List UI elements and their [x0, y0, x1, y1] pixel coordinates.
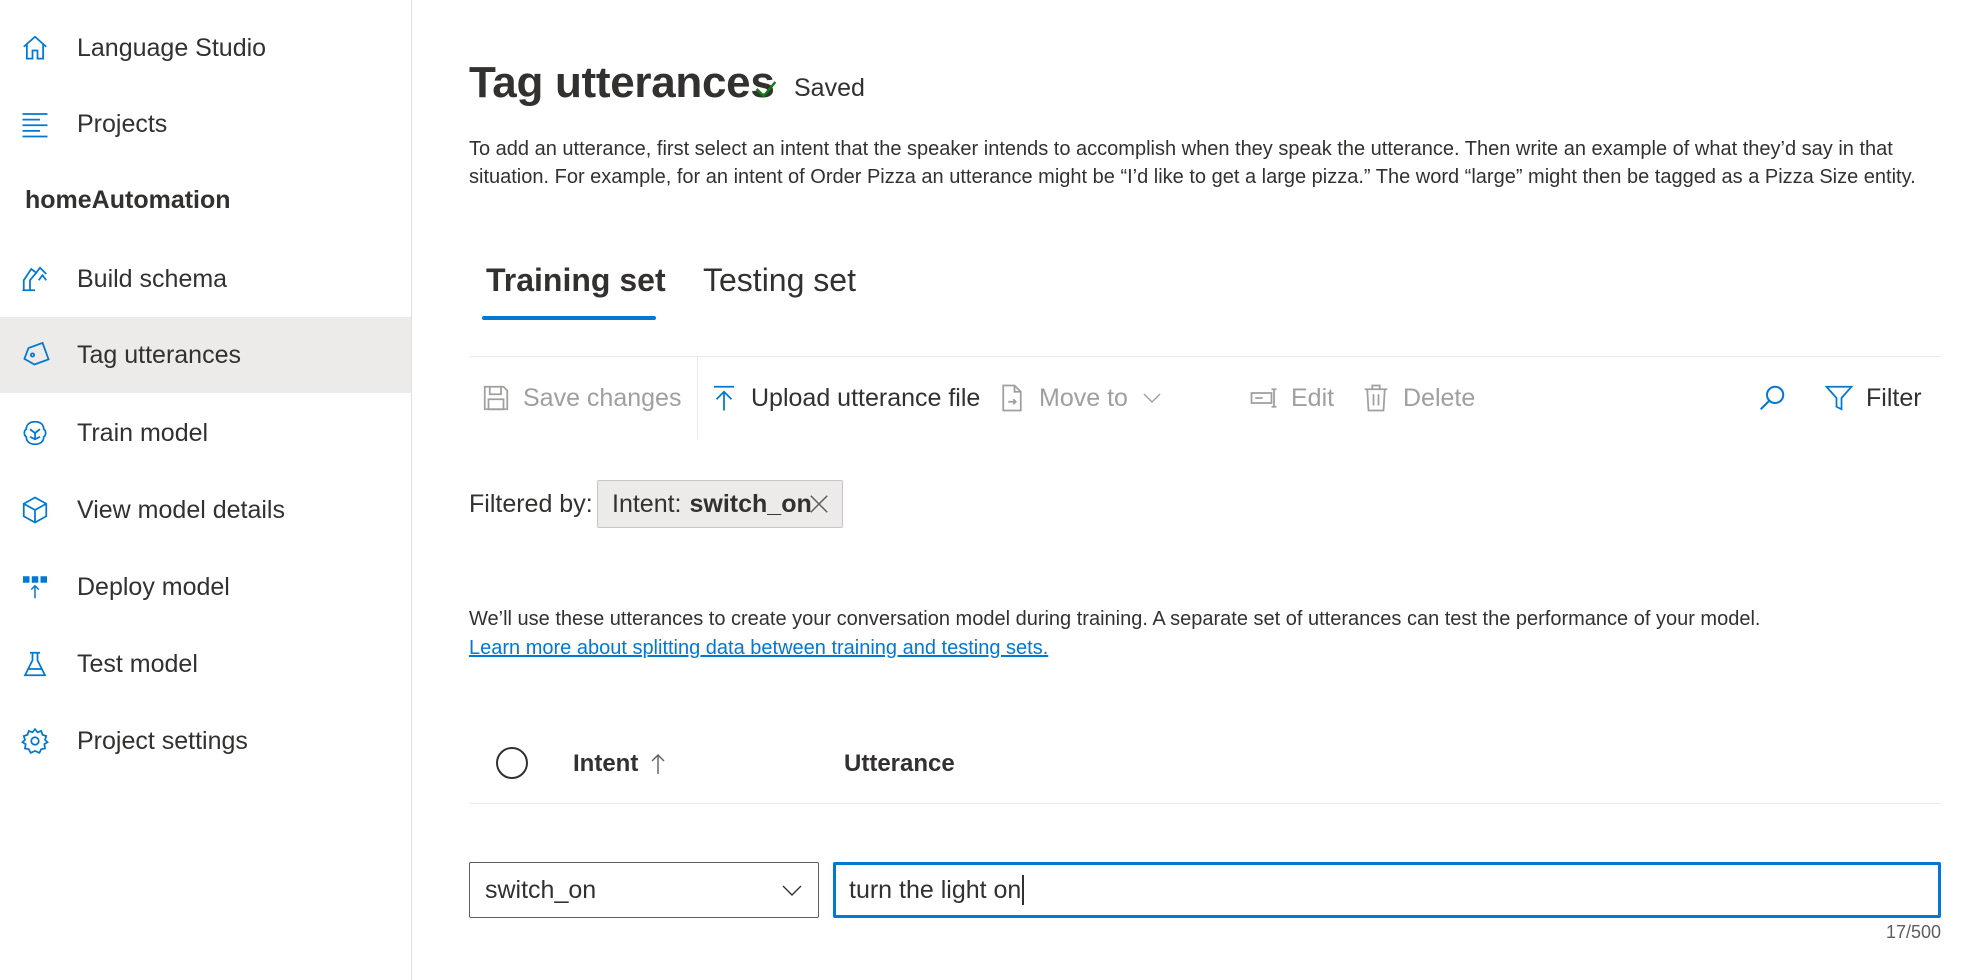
character-count: 17/500 — [1885, 922, 1941, 942]
sidebar-item-label: View model details — [77, 495, 285, 524]
filter-label: Filter — [1866, 383, 1922, 412]
filter-pill-prefix: Intent: — [612, 489, 682, 518]
chevron-down-icon — [782, 885, 802, 896]
column-header-intent[interactable]: Intent — [573, 750, 668, 778]
column-header-label: Intent — [573, 750, 639, 777]
tab-testing-set[interactable]: Testing set — [703, 262, 856, 299]
sidebar-item-label: Projects — [77, 109, 168, 138]
saved-status: Saved — [752, 74, 865, 103]
filtered-by-label: Filtered by: — [469, 490, 593, 518]
brain-icon — [18, 416, 52, 450]
sidebar-item-language-studio[interactable]: Language Studio — [0, 10, 411, 86]
filter-pill-value: switch_on — [689, 489, 812, 518]
sidebar-item-deploy-model[interactable]: Deploy model — [0, 549, 411, 625]
save-changes-label: Save changes — [523, 383, 682, 412]
sidebar-item-label: Build schema — [77, 264, 228, 293]
delete-label: Delete — [1403, 383, 1476, 412]
move-to-label: Move to — [1039, 383, 1128, 412]
chevron-down-icon — [1143, 393, 1161, 403]
checkmark-icon — [755, 80, 777, 98]
sidebar-item-projects[interactable]: Projects — [0, 86, 411, 162]
utterance-input[interactable]: turn the light on — [833, 862, 1941, 918]
move-to-button[interactable]: Move to — [997, 357, 1164, 439]
table-header: Intent Utterance — [469, 726, 1941, 804]
saved-label: Saved — [794, 74, 865, 102]
sidebar-item-project-settings[interactable]: Project settings — [0, 703, 411, 779]
list-icon — [18, 107, 52, 141]
sidebar-item-label: Language Studio — [77, 33, 267, 62]
home-icon — [18, 31, 52, 65]
sidebar-item-build-schema[interactable]: Build schema — [0, 241, 411, 317]
learn-more-link[interactable]: Learn more about splitting data between … — [469, 637, 1048, 660]
gear-icon — [18, 724, 52, 758]
sidebar-item-label: Project settings — [77, 726, 248, 755]
sidebar: Language Studio Projects homeAutomation … — [0, 0, 412, 980]
page-title: Tag utterances — [469, 58, 775, 107]
intent-dropdown-value: switch_on — [485, 875, 597, 904]
cube-icon — [18, 493, 52, 527]
project-name: homeAutomation — [25, 186, 231, 214]
build-schema-icon — [18, 262, 52, 296]
command-bar: Save changes Upload utterance file Move … — [469, 356, 1941, 439]
trash-icon — [1364, 384, 1388, 412]
upload-utterance-file-button[interactable]: Upload utterance file — [709, 357, 980, 439]
main-content: Tag utterances Saved To add an utterance… — [412, 0, 1961, 980]
deploy-icon — [18, 570, 52, 604]
sidebar-item-label: Train model — [77, 418, 209, 447]
sidebar-item-label: Tag utterances — [77, 340, 241, 369]
intent-dropdown[interactable]: switch_on — [469, 862, 819, 918]
column-header-utterance[interactable]: Utterance — [844, 750, 955, 778]
save-changes-button[interactable]: Save changes — [481, 357, 681, 439]
sidebar-item-view-model-details[interactable]: View model details — [0, 472, 411, 548]
upload-label: Upload utterance file — [751, 383, 981, 412]
close-icon[interactable] — [808, 493, 830, 515]
search-icon — [1760, 385, 1785, 410]
sort-ascending-icon — [651, 754, 665, 774]
search-button[interactable] — [1757, 357, 1787, 439]
move-document-icon — [1002, 384, 1022, 412]
sidebar-item-label: Deploy model — [77, 572, 230, 601]
info-text: We’ll use these utterances to create you… — [469, 608, 1761, 630]
save-icon — [483, 385, 509, 411]
select-all-checkbox[interactable] — [496, 747, 528, 779]
edit-label: Edit — [1291, 383, 1335, 412]
sidebar-item-test-model[interactable]: Test model — [0, 626, 411, 702]
filter-pill: Intent: switch_on — [597, 480, 843, 528]
tab-training-set[interactable]: Training set — [486, 262, 666, 299]
edit-icon — [1250, 388, 1277, 408]
toolbar-divider — [697, 357, 698, 439]
utterance-input-value: turn the light on — [849, 875, 1022, 904]
sidebar-item-label: Test model — [77, 649, 198, 678]
filter-button[interactable]: Filter — [1824, 357, 1922, 439]
text-caret — [1022, 875, 1025, 905]
delete-button[interactable]: Delete — [1361, 357, 1475, 439]
filter-icon — [1824, 385, 1854, 411]
sidebar-item-train-model[interactable]: Train model — [0, 395, 411, 471]
edit-button[interactable]: Edit — [1249, 357, 1334, 439]
flask-icon — [18, 647, 52, 681]
upload-icon — [714, 385, 734, 411]
tag-icon — [18, 338, 52, 372]
page-description: To add an utterance, first select an int… — [469, 138, 1916, 188]
active-tab-indicator — [482, 316, 656, 320]
sidebar-item-tag-utterances[interactable]: Tag utterances — [0, 317, 411, 393]
